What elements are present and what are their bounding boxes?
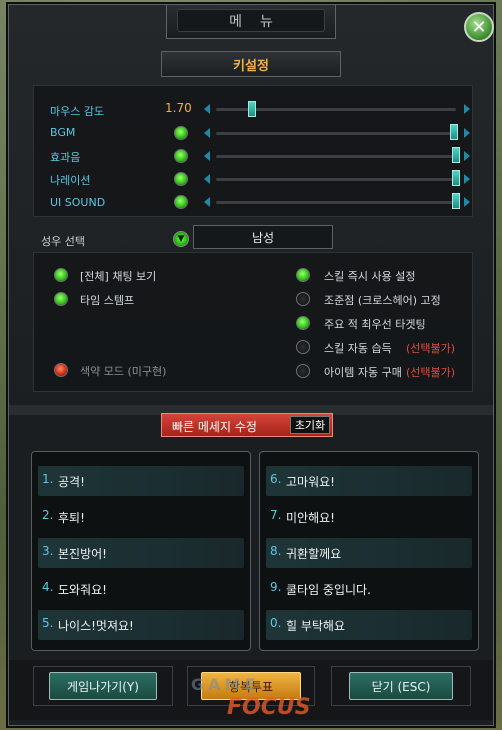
watermark-bottom: FOCUS bbox=[227, 695, 311, 720]
item-number: 9. bbox=[270, 580, 282, 594]
narration-toggle[interactable] bbox=[174, 172, 188, 186]
slider-decrease-arrow-icon[interactable] bbox=[204, 151, 210, 161]
item-number: 2. bbox=[42, 508, 54, 522]
watermark-logo: GAME FOCUS bbox=[191, 675, 341, 725]
narration-label: 나레이션 bbox=[50, 174, 91, 187]
slider-decrease-arrow-icon[interactable] bbox=[204, 104, 210, 114]
item-number: 3. bbox=[42, 544, 54, 558]
list-item[interactable]: 1. 공격! bbox=[38, 466, 244, 496]
list-item[interactable]: 2. 후퇴! bbox=[38, 502, 244, 532]
quick-message-title: 빠른 메세지 수정 bbox=[172, 420, 257, 434]
list-item[interactable]: 6. 고마워요! bbox=[266, 466, 472, 496]
list-item[interactable]: 7. 미안해요! bbox=[266, 502, 472, 532]
item-text: 고마워요! bbox=[286, 475, 335, 489]
item-text: 도와줘요! bbox=[58, 583, 107, 597]
auto-skill-label: 스킬 자동 습득 bbox=[324, 342, 392, 355]
ui-sound-knob[interactable] bbox=[452, 193, 460, 209]
list-item[interactable]: 4. 도와줘요! bbox=[38, 574, 244, 604]
chevron-down-icon: ▼ bbox=[177, 234, 185, 244]
crosshair-lock-toggle[interactable] bbox=[296, 292, 310, 306]
bgm-knob[interactable] bbox=[450, 124, 458, 140]
slider-decrease-arrow-icon[interactable] bbox=[204, 128, 210, 138]
narration-knob[interactable] bbox=[452, 170, 460, 186]
quick-message-header: 빠른 메세지 수정 초기화 bbox=[161, 413, 333, 437]
item-text: 미안해요! bbox=[286, 511, 335, 525]
item-text: 후퇴! bbox=[58, 511, 85, 525]
ui-sound-toggle[interactable] bbox=[174, 195, 188, 209]
crosshair-lock-label: 조준점 (크로스헤어) 고정 bbox=[324, 294, 441, 307]
options-panel: [전체] 채팅 보기 타임 스템프 색약 모드 (미구현) 스킬 즉시 사용 설… bbox=[33, 252, 473, 392]
priority-target-label: 주요 적 최우선 타겟팅 bbox=[324, 318, 426, 331]
item-text: 힐 부탁해요 bbox=[286, 619, 346, 633]
list-item[interactable]: 8. 귀환할께요 bbox=[266, 538, 472, 568]
reset-button[interactable]: 초기화 bbox=[290, 416, 330, 434]
watermark-top: GAME bbox=[191, 675, 260, 694]
item-text: 쿨타임 중입니다. bbox=[286, 583, 371, 597]
item-text: 공격! bbox=[58, 475, 85, 489]
slider-increase-arrow-icon[interactable] bbox=[464, 197, 470, 207]
auto-item-toggle[interactable] bbox=[296, 364, 310, 378]
item-number: 8. bbox=[270, 544, 282, 558]
window-title: 메뉴 bbox=[177, 9, 325, 32]
quick-message-list-right: 6. 고마워요! 7. 미안해요! 8. 귀환할께요 9. 쿨타임 중입니다. … bbox=[259, 451, 479, 651]
narration-track[interactable] bbox=[216, 178, 456, 181]
mouse-sensitivity-label: 마우스 감도 bbox=[50, 105, 105, 118]
item-number: 7. bbox=[270, 508, 282, 522]
window-title-tab: 메뉴 bbox=[166, 5, 336, 39]
voice-select-label: 성우 선택 bbox=[41, 235, 85, 248]
item-number: 4. bbox=[42, 580, 54, 594]
item-text: 나이스!멋져요! bbox=[58, 619, 134, 633]
item-text: 귀환할께요 bbox=[286, 547, 342, 561]
list-item[interactable]: 3. 본진방어! bbox=[38, 538, 244, 568]
priority-target-toggle[interactable] bbox=[296, 316, 310, 330]
colorblind-mode-toggle[interactable] bbox=[54, 363, 68, 377]
close-esc-button[interactable]: 닫기 (ESC) bbox=[349, 672, 453, 700]
bgm-toggle[interactable] bbox=[174, 126, 188, 140]
exit-game-button[interactable]: 게임나가기(Y) bbox=[49, 672, 157, 700]
instant-skill-toggle[interactable] bbox=[296, 268, 310, 282]
quick-message-list-left: 1. 공격! 2. 후퇴! 3. 본진방어! 4. 도와줘요! 5. 나이스!멋… bbox=[31, 451, 251, 651]
ui-sound-track[interactable] bbox=[216, 201, 456, 204]
item-number: 6. bbox=[270, 472, 282, 486]
voice-dropdown-toggle[interactable]: ▼ bbox=[173, 231, 189, 247]
chat-view-toggle[interactable] bbox=[54, 268, 68, 282]
slider-decrease-arrow-icon[interactable] bbox=[204, 197, 210, 207]
colorblind-mode-label: 색약 모드 (미구현) bbox=[80, 365, 167, 378]
timestamp-toggle[interactable] bbox=[54, 292, 68, 306]
mouse-sensitivity-value: 1.70 bbox=[165, 101, 192, 115]
item-number: 5. bbox=[42, 616, 54, 630]
instant-skill-label: 스킬 즉시 사용 설정 bbox=[324, 270, 416, 283]
sfx-knob[interactable] bbox=[452, 147, 460, 163]
bgm-label: BGM bbox=[50, 126, 76, 139]
mouse-sensitivity-knob[interactable] bbox=[248, 101, 256, 117]
item-number: 1. bbox=[42, 472, 54, 486]
bgm-track[interactable] bbox=[216, 132, 456, 135]
voice-select-value[interactable]: 남성 bbox=[193, 225, 333, 249]
list-item[interactable]: 9. 쿨타임 중입니다. bbox=[266, 574, 472, 604]
auto-item-label: 아이템 자동 구매 bbox=[324, 366, 402, 379]
slider-increase-arrow-icon[interactable] bbox=[464, 151, 470, 161]
sfx-toggle[interactable] bbox=[174, 149, 188, 163]
chat-view-label: [전체] 채팅 보기 bbox=[80, 270, 157, 283]
list-item[interactable]: 0. 힐 부탁해요 bbox=[266, 610, 472, 640]
sfx-label: 효과음 bbox=[50, 151, 81, 164]
item-text: 본진방어! bbox=[58, 547, 107, 561]
timestamp-label: 타임 스템프 bbox=[80, 294, 135, 307]
menu-window: 메뉴 ✕ 키설정 마우스 감도 1.70 BGM 효과음 나레이션 UI SOU… bbox=[8, 4, 494, 726]
audio-settings-panel: 마우스 감도 1.70 BGM 효과음 나레이션 UI SOUND bbox=[33, 85, 473, 217]
auto-skill-note: (선택불가) bbox=[406, 342, 456, 355]
item-number: 0. bbox=[270, 616, 282, 630]
slider-increase-arrow-icon[interactable] bbox=[464, 128, 470, 138]
slider-decrease-arrow-icon[interactable] bbox=[204, 174, 210, 184]
auto-skill-toggle[interactable] bbox=[296, 340, 310, 354]
auto-item-note: (선택불가) bbox=[406, 366, 456, 379]
slider-increase-arrow-icon[interactable] bbox=[464, 174, 470, 184]
slider-increase-arrow-icon[interactable] bbox=[464, 104, 470, 114]
ui-sound-label: UI SOUND bbox=[50, 196, 106, 209]
sfx-track[interactable] bbox=[216, 155, 456, 158]
close-icon[interactable]: ✕ bbox=[464, 12, 494, 42]
section-title: 키설정 bbox=[161, 51, 341, 77]
list-item[interactable]: 5. 나이스!멋져요! bbox=[38, 610, 244, 640]
